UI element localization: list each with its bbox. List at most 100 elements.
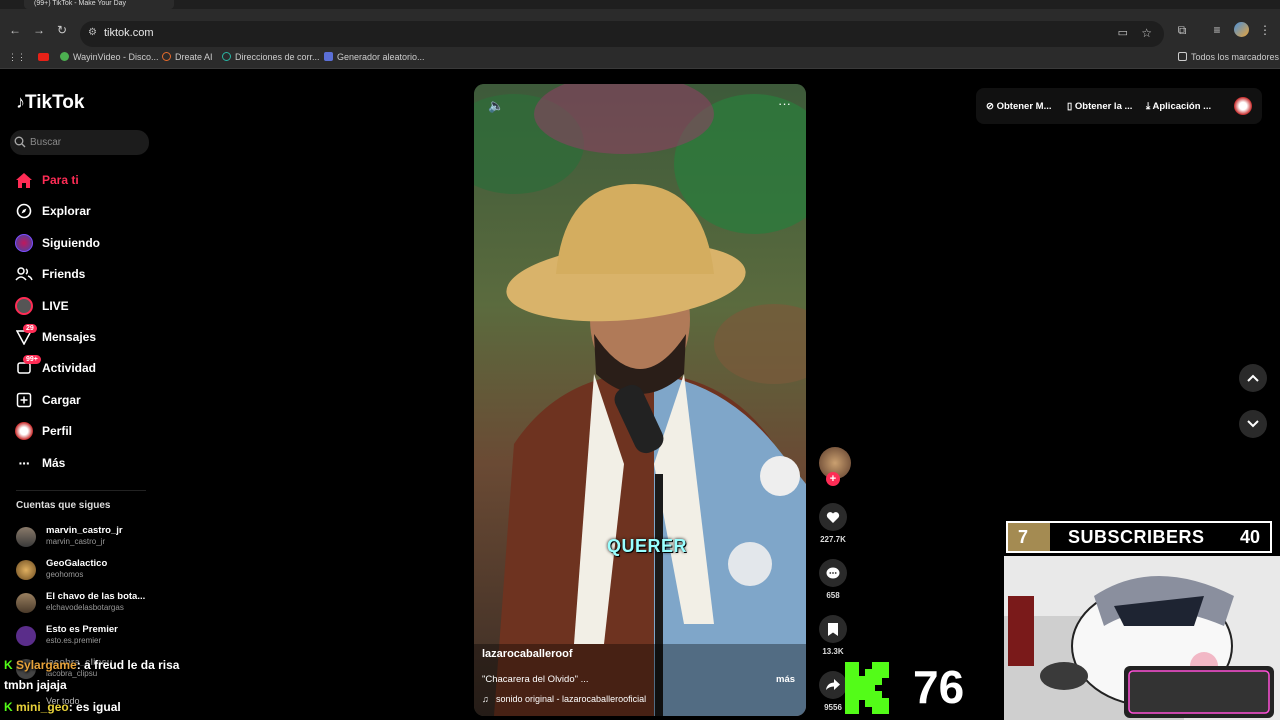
home-icon bbox=[15, 171, 33, 189]
video-author[interactable]: lazarocaballeroof bbox=[482, 648, 572, 660]
heart-icon bbox=[819, 503, 847, 531]
bookmarks-folder[interactable]: Todos los marcadores bbox=[1178, 52, 1279, 62]
comment-icon bbox=[819, 559, 847, 587]
nav-mas[interactable]: ··· Más bbox=[15, 453, 66, 473]
following-account-2[interactable]: GeoGalactico geohomos bbox=[16, 557, 156, 583]
nav-live[interactable]: LIVE bbox=[15, 296, 69, 316]
kick-count: 76 bbox=[913, 661, 965, 713]
nav-perfil[interactable]: Perfil bbox=[15, 421, 72, 441]
save-count: 13.3K bbox=[822, 647, 844, 656]
coin-icon: ⊘ bbox=[986, 101, 994, 112]
video-description: "Chacarera del Olvido" ... bbox=[482, 674, 589, 685]
live-icon bbox=[15, 297, 33, 315]
avatar bbox=[16, 626, 36, 646]
browser-tab[interactable]: (99+) TikTok - Make Your Day bbox=[24, 0, 174, 9]
reload-icon[interactable]: ↻ bbox=[55, 23, 69, 37]
friends-icon bbox=[15, 265, 33, 283]
nav-siguiendo[interactable]: Siguiendo bbox=[15, 233, 100, 253]
comment-button[interactable]: 658 bbox=[819, 559, 847, 600]
get-app-button[interactable]: ▯ Obtener la ... bbox=[1067, 101, 1132, 112]
video-caption-word: QUERER bbox=[607, 536, 688, 556]
bookmarks-bar: ⋮⋮ WayinVideo - Disco... Dreate AI Direc… bbox=[0, 47, 1280, 69]
url-text: tiktok.com bbox=[104, 27, 154, 39]
video-player[interactable]: 🔈 ··· QUERER lazarocaballeroof "Chacarer… bbox=[474, 84, 806, 716]
bookmark-2[interactable]: Dreate AI bbox=[162, 52, 213, 62]
streamer-avatar-image bbox=[1004, 556, 1280, 720]
tiktok-note-icon: ♪ bbox=[16, 92, 25, 112]
profile-avatar[interactable] bbox=[1234, 22, 1249, 37]
video-sound[interactable]: sonido original - lazarocaballerooficial bbox=[496, 694, 646, 704]
cast-icon[interactable]: ▭ bbox=[1118, 26, 1128, 39]
volume-icon[interactable]: 🔈 bbox=[488, 98, 504, 114]
desktop-app-button[interactable]: ⤓ Aplicación ... bbox=[1146, 101, 1211, 112]
kick-icon: K bbox=[4, 700, 13, 714]
share-count: 9556 bbox=[824, 703, 842, 712]
media-icon[interactable]: ≡ bbox=[1210, 23, 1224, 37]
tiktok-logo[interactable]: ♪TikTok bbox=[16, 92, 84, 114]
following-account-3[interactable]: El chavo de las bota... elchavodelasbota… bbox=[16, 590, 156, 616]
bookmark-youtube[interactable] bbox=[38, 52, 53, 62]
bookmark-icon bbox=[819, 615, 847, 643]
extensions-icon[interactable]: ⧉ bbox=[1175, 23, 1189, 37]
menu-kebab-icon[interactable]: ⋮ bbox=[1258, 23, 1272, 37]
phone-icon: ▯ bbox=[1067, 101, 1073, 112]
bookmark-star-icon[interactable]: ☆ bbox=[1141, 26, 1152, 40]
chat-text: tmbn jajaja bbox=[4, 678, 67, 692]
subscribers-counter: 7 SUBSCRIBERS 40 bbox=[1006, 521, 1272, 553]
nav-friends[interactable]: Friends bbox=[15, 264, 85, 284]
following-icon bbox=[15, 234, 33, 252]
like-button[interactable]: 227.7K bbox=[819, 503, 847, 544]
save-button[interactable]: 13.3K bbox=[819, 615, 847, 656]
kick-icon: K bbox=[4, 658, 13, 672]
bookmark-4[interactable]: Generador aleatorio... bbox=[324, 52, 425, 62]
comment-count: 658 bbox=[826, 591, 840, 600]
browser-toolbar: ← → ↻ ⚙ tiktok.com ▭ ☆ ⧉ ≡ ⋮ bbox=[0, 9, 1280, 47]
address-bar[interactable]: ⚙ tiktok.com ▭ ☆ bbox=[80, 21, 1164, 47]
chevron-up-icon bbox=[1247, 374, 1259, 382]
nav-cargar[interactable]: Cargar bbox=[15, 390, 81, 410]
activity-badge: 99+ bbox=[23, 355, 41, 364]
chat-message-1: K Sylargame: a freud le da risa bbox=[4, 658, 179, 672]
chat-text: : es igual bbox=[68, 700, 121, 714]
following-section-title: Cuentas que sigues bbox=[16, 500, 111, 511]
site-info-icon[interactable]: ⚙ bbox=[88, 27, 97, 38]
creator-avatar[interactable]: + bbox=[819, 447, 851, 486]
follow-plus-icon[interactable]: + bbox=[826, 472, 840, 486]
nav-para-ti[interactable]: Para ti bbox=[15, 170, 79, 190]
following-account-4[interactable]: Esto es Premier esto.es.premier bbox=[16, 623, 156, 649]
music-note-icon: ♫ bbox=[482, 694, 489, 704]
avatar bbox=[16, 560, 36, 580]
search-placeholder: Buscar bbox=[30, 137, 62, 148]
get-coins-button[interactable]: ⊘ Obtener M... bbox=[986, 101, 1052, 112]
video-frame bbox=[474, 84, 806, 716]
video-options-icon[interactable]: ··· bbox=[778, 96, 791, 111]
user-avatar[interactable] bbox=[1234, 97, 1252, 115]
more-icon: ··· bbox=[18, 455, 31, 471]
search-input[interactable]: Buscar bbox=[10, 130, 149, 155]
bookmark-1[interactable]: WayinVideo - Disco... bbox=[60, 52, 159, 62]
kick-logo bbox=[845, 662, 891, 714]
messages-icon: 29 bbox=[15, 324, 37, 346]
upload-icon bbox=[15, 391, 33, 409]
back-icon[interactable]: ← bbox=[8, 23, 22, 37]
apps-icon[interactable]: ⋮⋮ bbox=[8, 52, 26, 63]
nav-mensajes[interactable]: 29 Mensajes bbox=[15, 324, 96, 347]
sidebar-divider bbox=[16, 490, 146, 491]
next-video-button[interactable] bbox=[1239, 410, 1267, 438]
previous-video-button[interactable] bbox=[1239, 364, 1267, 392]
activity-icon: 99+ bbox=[15, 355, 41, 377]
subs-label: SUBSCRIBERS bbox=[1068, 527, 1205, 547]
chevron-down-icon bbox=[1247, 420, 1259, 428]
bookmark-3[interactable]: Direcciones de corr... bbox=[222, 52, 320, 62]
avatar bbox=[16, 593, 36, 613]
nav-explorar[interactable]: Explorar bbox=[15, 201, 91, 221]
share-button[interactable]: 9556 bbox=[819, 671, 847, 712]
following-account-1[interactable]: marvin_castro_jr marvin_castro_jr bbox=[16, 524, 156, 550]
messages-badge: 29 bbox=[23, 324, 37, 333]
nav-actividad[interactable]: 99+ Actividad bbox=[15, 355, 96, 378]
forward-icon[interactable]: → bbox=[32, 23, 46, 37]
kick-follower-counter: 76 bbox=[845, 658, 983, 720]
chat-user: Sylargame bbox=[16, 658, 77, 672]
chat-message-3: K mini_geo: es igual bbox=[4, 700, 121, 714]
video-more-link[interactable]: más bbox=[776, 674, 795, 685]
